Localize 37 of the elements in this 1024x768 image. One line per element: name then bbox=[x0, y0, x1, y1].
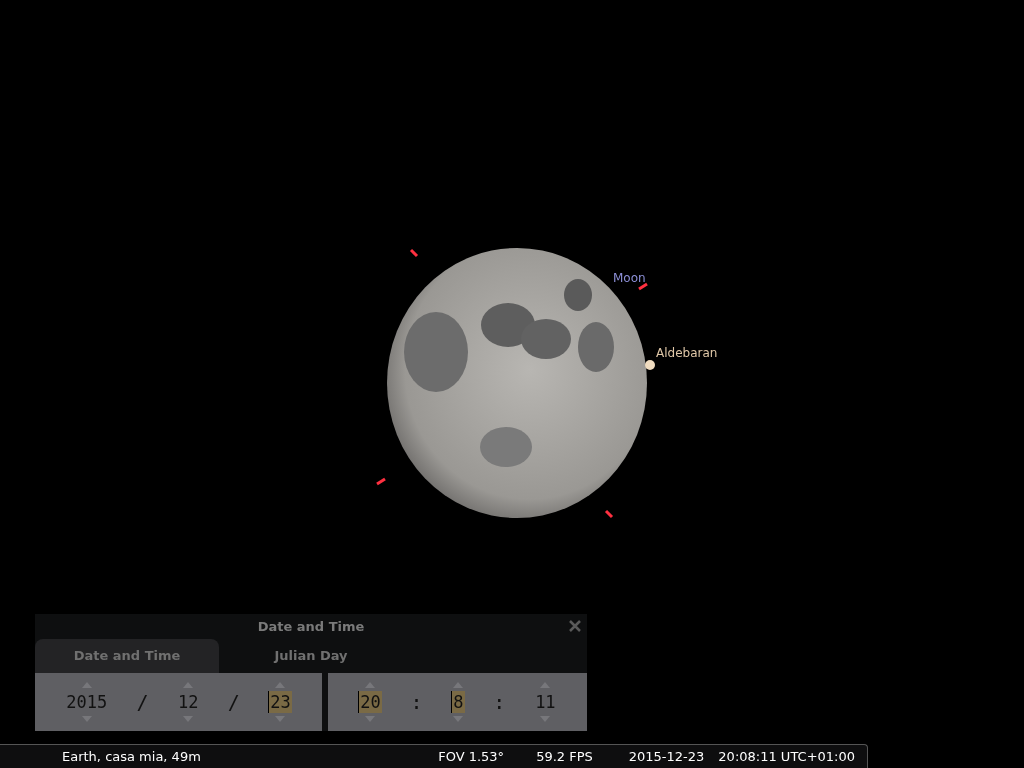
number-field[interactable]: 23 bbox=[268, 691, 292, 713]
dialog-tab[interactable]: Date and Time bbox=[35, 639, 219, 673]
dialog-tab[interactable]: Julian Day bbox=[219, 639, 403, 673]
separator-text: / bbox=[136, 689, 149, 716]
close-icon[interactable] bbox=[569, 620, 581, 632]
object-label: Moon bbox=[613, 270, 646, 287]
down-arrow-icon[interactable] bbox=[365, 716, 376, 722]
number-field[interactable]: 12 bbox=[176, 691, 200, 713]
down-arrow-icon[interactable] bbox=[183, 716, 194, 722]
up-arrow-icon[interactable] bbox=[183, 682, 194, 688]
number-field[interactable]: 20 bbox=[358, 691, 382, 713]
number-field[interactable]: 8 bbox=[451, 691, 465, 713]
number-field[interactable]: 2015 bbox=[65, 691, 109, 713]
object-label: Aldebaran bbox=[656, 345, 718, 362]
marker-line bbox=[376, 476, 386, 486]
up-arrow-icon[interactable] bbox=[275, 682, 285, 688]
down-arrow-icon[interactable] bbox=[81, 716, 92, 722]
marker-line bbox=[409, 248, 419, 258]
marker-line bbox=[604, 509, 614, 519]
fov-text: FOV 1.53° bbox=[438, 747, 505, 766]
time-text: 20:08:11 UTC+01:00 bbox=[718, 747, 855, 766]
dialog-title: Date and Time bbox=[257, 617, 365, 636]
up-arrow-icon[interactable] bbox=[453, 682, 463, 688]
marker-line bbox=[638, 281, 648, 291]
up-arrow-icon[interactable] bbox=[540, 682, 551, 688]
separator-text: : bbox=[410, 689, 423, 716]
number-field[interactable]: 11 bbox=[534, 691, 557, 713]
up-arrow-icon[interactable] bbox=[81, 682, 92, 688]
down-arrow-icon[interactable] bbox=[540, 716, 551, 722]
date-text: 2015-12-23 bbox=[628, 747, 705, 766]
fps-text: 59.2 FPS bbox=[536, 747, 593, 766]
location-text: Earth, casa mia, 49m bbox=[62, 747, 201, 766]
up-arrow-icon[interactable] bbox=[365, 682, 376, 688]
down-arrow-icon[interactable] bbox=[275, 716, 285, 722]
separator-text: : bbox=[493, 689, 506, 716]
down-arrow-icon[interactable] bbox=[453, 716, 463, 722]
separator-text: / bbox=[227, 689, 240, 716]
